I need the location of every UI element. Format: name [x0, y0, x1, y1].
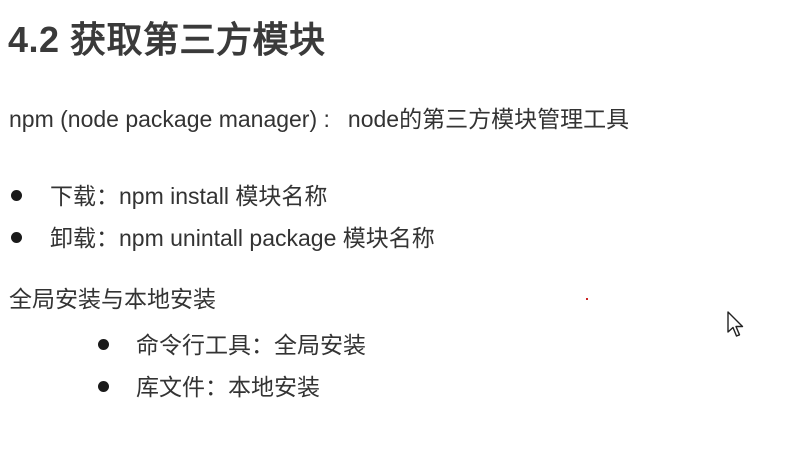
sub-bullet-list: 命令行工具：全局安装 库文件：本地安装: [0, 325, 807, 409]
sub-bullet-item: 命令行工具：全局安装: [0, 325, 807, 367]
bullet-text: 卸载：npm unintall package 模块名称: [50, 225, 435, 251]
laser-pointer-dot: [586, 298, 588, 300]
intro-line: npm (node package manager) : node的第三方模块管理…: [9, 102, 629, 136]
intro-right-text: node的第三方模块管理工具: [347, 106, 630, 132]
bullet-item: 卸载：npm unintall package 模块名称: [0, 218, 807, 260]
section-heading: 全局安装与本地安装: [9, 286, 216, 312]
bullet-dot-icon: [98, 381, 109, 392]
intro-left-text: npm (node package manager) :: [9, 106, 330, 132]
bullet-dot-icon: [98, 339, 109, 350]
slide-title: 4.2 获取第三方模块: [8, 19, 326, 60]
bullet-text: 下载：npm install 模块名称: [50, 183, 328, 209]
mouse-pointer-icon: [727, 311, 744, 337]
bullet-list: 下载：npm install 模块名称 卸载：npm unintall pack…: [0, 176, 807, 260]
bullet-item: 下载：npm install 模块名称: [0, 176, 807, 218]
sub-bullet-item: 库文件：本地安装: [0, 367, 807, 409]
slide: 4.2 获取第三方模块 npm (node package manager) :…: [0, 0, 807, 467]
sub-bullet-text: 命令行工具：全局安装: [136, 332, 366, 358]
sub-bullet-text: 库文件：本地安装: [136, 374, 320, 400]
bullet-dot-icon: [11, 232, 22, 243]
bullet-dot-icon: [11, 190, 22, 201]
